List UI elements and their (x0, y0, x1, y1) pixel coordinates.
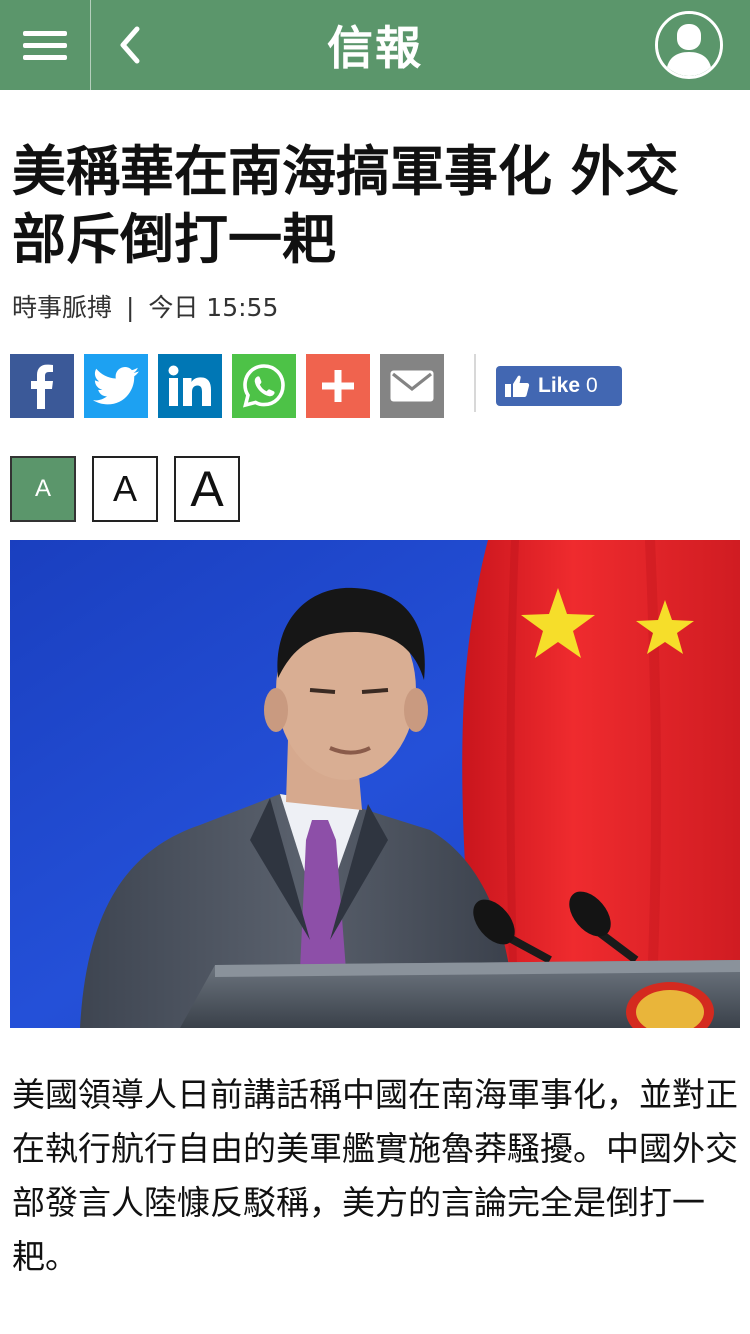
share-linkedin-button[interactable] (158, 354, 222, 418)
font-size-medium-label: A (112, 468, 137, 509)
article-photo-illustration (10, 540, 740, 1028)
user-account-button[interactable] (655, 11, 723, 79)
facebook-like-button[interactable]: Like 0 (496, 366, 622, 406)
site-logo[interactable]: 信報 (275, 10, 475, 80)
font-size-large-label: A (190, 461, 224, 517)
font-size-large-button[interactable]: A (174, 456, 240, 522)
thumbs-up-icon (505, 375, 530, 397)
share-more-button[interactable] (306, 354, 370, 418)
top-navigation-bar: 信報 (0, 0, 750, 90)
article-title: 美稱華在南海搞軍事化 外交部斥倒打一耙 (12, 140, 679, 271)
share-whatsapp-button[interactable] (232, 354, 296, 418)
share-email-button[interactable] (380, 354, 444, 418)
header-divider (90, 0, 91, 90)
article-body: 美國領導人日前講話稱中國在南海軍事化，並對正在執行航行自由的美軍艦實施魯莽騷擾。… (12, 1075, 738, 1276)
font-size-small-label: A (34, 475, 51, 502)
share-divider (474, 354, 476, 412)
chevron-left-icon (120, 26, 140, 64)
article-section[interactable]: 時事脈搏 (12, 293, 112, 322)
like-label: Like (538, 374, 581, 397)
meta-separator: | (125, 293, 135, 322)
like-count: 0 (586, 374, 598, 397)
font-size-medium-button[interactable]: A (92, 456, 158, 522)
back-button[interactable] (100, 0, 160, 90)
menu-button[interactable] (0, 0, 90, 90)
facebook-icon (31, 364, 53, 409)
share-twitter-button[interactable] (84, 354, 148, 418)
article-photo (10, 540, 740, 1028)
linkedin-icon (168, 365, 211, 406)
font-size-small-button[interactable]: A (10, 456, 76, 522)
share-facebook-button[interactable] (10, 354, 74, 418)
article-meta: 時事脈搏 | 今日 15:55 (12, 292, 278, 324)
article-time: 今日 15:55 (148, 293, 279, 322)
user-avatar-icon (658, 14, 720, 76)
email-icon (390, 370, 434, 402)
hamburger-menu-icon (23, 24, 67, 67)
twitter-icon (93, 367, 139, 405)
plus-icon (322, 370, 354, 402)
whatsapp-icon (243, 364, 285, 408)
